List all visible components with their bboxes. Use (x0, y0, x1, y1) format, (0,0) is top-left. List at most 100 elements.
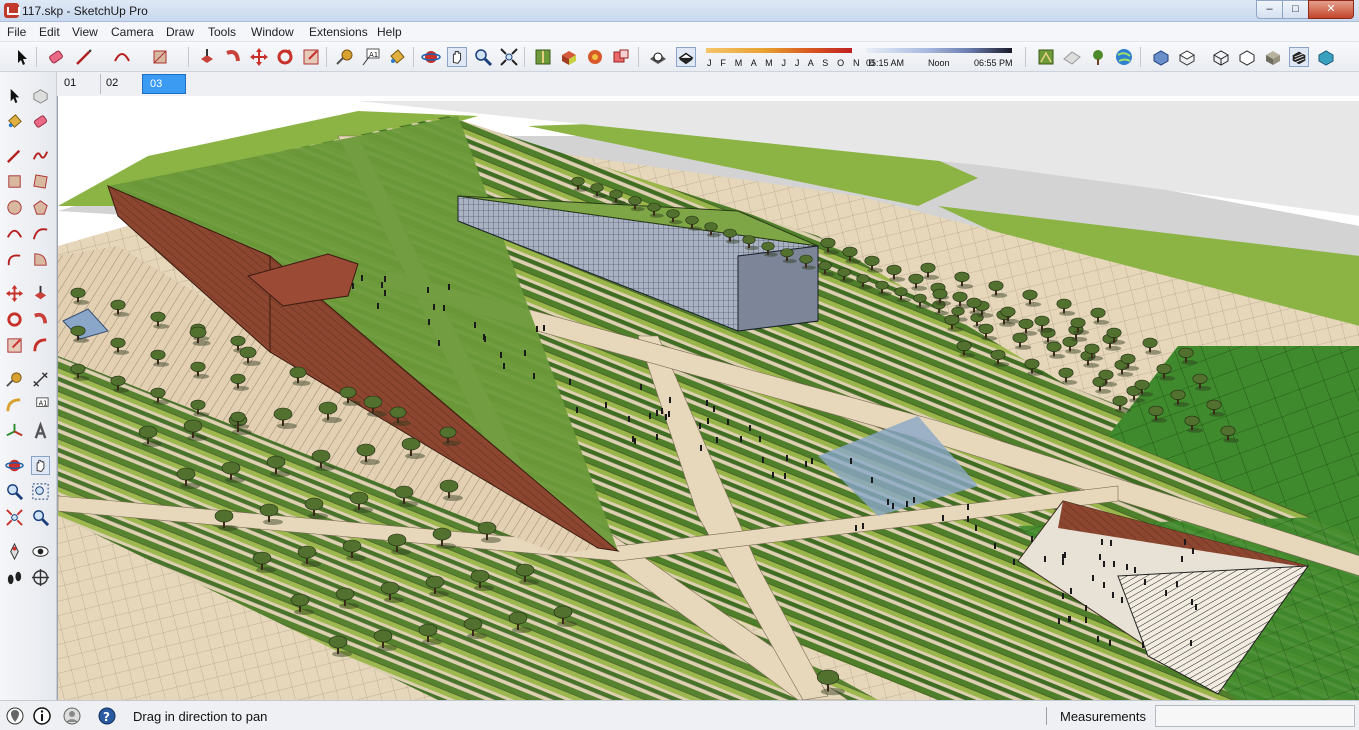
position-camera-icon[interactable] (5, 542, 24, 561)
measurements-input[interactable] (1155, 705, 1355, 727)
select-icon[interactable] (12, 47, 32, 67)
dimension-icon[interactable] (31, 370, 50, 389)
protractor-icon[interactable] (5, 396, 24, 415)
credits-icon[interactable] (32, 706, 52, 726)
rotated-rectangle-icon[interactable] (31, 172, 50, 191)
text-icon[interactable]: A1 (31, 396, 50, 415)
look-around-icon[interactable] (31, 542, 50, 561)
push-pull-icon[interactable] (197, 47, 217, 67)
scene-tab-02[interactable]: 02 (99, 74, 143, 94)
menu-view[interactable]: View (72, 25, 98, 39)
follow-me-icon[interactable] (31, 310, 50, 329)
iso-view-icon[interactable] (1151, 47, 1171, 67)
top-view-icon[interactable] (1177, 47, 1197, 67)
add-location-icon[interactable] (533, 47, 553, 67)
shadow-time-slider[interactable] (866, 48, 1012, 53)
zoom-extents-icon[interactable] (5, 508, 24, 527)
3d-text-icon[interactable] (31, 422, 50, 441)
share-model-icon[interactable] (585, 47, 605, 67)
rotate-icon[interactable] (5, 310, 24, 329)
menu-file[interactable]: File (7, 25, 26, 39)
minimize-button[interactable]: – (1256, 0, 1283, 19)
wireframe-icon[interactable] (1211, 47, 1231, 67)
hidden-line-icon[interactable] (1237, 47, 1257, 67)
menu-draw[interactable]: Draw (166, 25, 194, 39)
offset-icon[interactable] (31, 336, 50, 355)
sandbox-icon[interactable] (1062, 47, 1082, 67)
make-component-icon[interactable] (31, 86, 50, 105)
back-edges-icon[interactable] (676, 47, 696, 67)
section-plane-icon[interactable] (31, 568, 50, 587)
pan-icon[interactable] (447, 47, 467, 67)
x-ray-icon[interactable] (648, 47, 668, 67)
zoom-window-icon[interactable] (31, 482, 50, 501)
menu-camera[interactable]: Camera (111, 25, 154, 39)
move-icon[interactable] (249, 47, 269, 67)
shadow-date-slider[interactable] (706, 48, 852, 53)
zoom-icon[interactable] (5, 482, 24, 501)
orbit-icon[interactable] (5, 456, 24, 475)
eraser-icon[interactable] (31, 112, 50, 131)
menu-window[interactable]: Window (251, 25, 294, 39)
walk-icon[interactable] (5, 568, 24, 587)
rectangle-icon[interactable] (150, 47, 170, 67)
three-point-arc-icon[interactable] (5, 250, 24, 269)
person (649, 413, 651, 419)
scale-icon[interactable] (5, 336, 24, 355)
maximize-button[interactable]: □ (1282, 0, 1309, 19)
menu-tools[interactable]: Tools (208, 25, 236, 39)
shaded-icon[interactable] (1263, 47, 1283, 67)
line-icon[interactable] (74, 47, 94, 67)
modeling-viewport[interactable] (57, 96, 1359, 700)
toolbar-divider (638, 47, 639, 67)
previous-view-icon[interactable] (31, 508, 50, 527)
monochrome-icon[interactable] (1316, 47, 1336, 67)
zoom-extents-icon[interactable] (499, 47, 519, 67)
arc-icon[interactable] (112, 47, 132, 67)
tape-measure-icon[interactable] (5, 370, 24, 389)
select-icon[interactable] (5, 86, 24, 105)
terrain-icon[interactable] (1036, 47, 1056, 67)
menu-extensions[interactable]: Extensions (309, 25, 368, 39)
close-button[interactable]: ✕ (1308, 0, 1354, 19)
get-models-icon[interactable] (559, 47, 579, 67)
paint-bucket-icon[interactable] (387, 47, 407, 67)
user-account-icon[interactable] (62, 706, 82, 726)
circle-icon[interactable] (5, 198, 24, 217)
instructor-help-icon[interactable]: ? (97, 706, 117, 726)
push-pull-icon[interactable] (31, 284, 50, 303)
arc-icon[interactable] (5, 224, 24, 243)
pan-icon[interactable] (31, 456, 50, 475)
shadow-months-label: J F M A M J J A S O N D (707, 58, 879, 68)
person (474, 322, 476, 328)
eraser-icon[interactable] (46, 47, 66, 67)
two-point-arc-icon[interactable] (31, 224, 50, 243)
paint-bucket-icon[interactable] (5, 112, 24, 131)
orbit-icon[interactable] (421, 47, 441, 67)
rectangle-icon[interactable] (5, 172, 24, 191)
menu-edit[interactable]: Edit (39, 25, 60, 39)
menu-help[interactable]: Help (377, 25, 402, 39)
scene-tab-01[interactable]: 01 (57, 74, 101, 94)
line-icon[interactable] (5, 146, 24, 165)
person (762, 457, 764, 463)
scene-tab-03[interactable]: 03 (142, 74, 186, 94)
text-icon[interactable]: A1 (361, 47, 381, 67)
move-icon[interactable] (5, 284, 24, 303)
globe-icon[interactable] (1114, 47, 1134, 67)
freehand-icon[interactable] (31, 146, 50, 165)
scale-icon[interactable] (301, 47, 321, 67)
geolocation-icon[interactable] (5, 706, 25, 726)
zoom-icon[interactable] (473, 47, 493, 67)
polygon-icon[interactable] (31, 198, 50, 217)
main-toolbar: A1 J F M A M J J A S O N D 05:15 AM Noon… (0, 42, 1359, 72)
pie-icon[interactable] (31, 250, 50, 269)
components-icon[interactable] (611, 47, 631, 67)
shaded-textures-icon[interactable] (1289, 47, 1309, 67)
tree-icon[interactable] (1088, 47, 1108, 67)
axes-icon[interactable] (5, 422, 24, 441)
follow-me-icon[interactable] (223, 47, 243, 67)
rotate-icon[interactable] (275, 47, 295, 67)
tape-measure-icon[interactable] (335, 47, 355, 67)
person (1121, 597, 1123, 603)
